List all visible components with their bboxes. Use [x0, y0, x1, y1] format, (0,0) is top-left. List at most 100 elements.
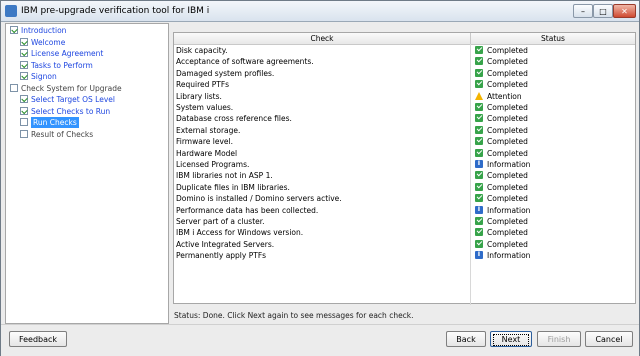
- status-text: Information: [487, 205, 531, 215]
- status-text: Completed: [487, 114, 528, 124]
- check-name-cell: IBM libraries not in ASP 1.: [176, 171, 273, 181]
- check-name-cell: Active Integrated Servers.: [176, 239, 275, 249]
- tree-checkbox[interactable]: [10, 26, 18, 34]
- back-button[interactable]: Back: [446, 331, 486, 347]
- table-row[interactable]: Hardware Model Completed: [174, 148, 635, 159]
- table-row[interactable]: Server part of a cluster. Completed: [174, 216, 635, 227]
- check-name-cell: Permanently apply PTFs: [176, 251, 267, 261]
- table-row[interactable]: Licensed Programs. Information: [174, 158, 635, 170]
- tree-checkbox[interactable]: [20, 49, 28, 57]
- column-header-check[interactable]: Check: [174, 33, 471, 44]
- table-row[interactable]: Library lists. Attention: [174, 91, 635, 102]
- next-button[interactable]: Next: [490, 331, 532, 347]
- table-row[interactable]: Damaged system profiles. Completed: [174, 68, 635, 79]
- check-name-cell: Required PTFs: [176, 80, 230, 90]
- tree-item-label: Run Checks: [31, 117, 79, 128]
- completed-check-icon: [475, 137, 483, 146]
- tree-checkbox[interactable]: [20, 72, 28, 80]
- next-button-label: Next: [491, 332, 531, 348]
- check-name-cell: Disk capacity.: [176, 46, 228, 55]
- feedback-button[interactable]: Feedback: [9, 331, 67, 347]
- table-row[interactable]: System values. Completed: [174, 102, 635, 113]
- tree-item-label: Check System for Upgrade: [21, 83, 122, 93]
- information-icon: [475, 204, 483, 215]
- tree-checkbox[interactable]: [20, 106, 28, 115]
- tree-checkbox[interactable]: [10, 83, 18, 92]
- check-name-cell: Hardware Model: [176, 148, 238, 158]
- completed-check-icon: [475, 80, 483, 89]
- column-header-status[interactable]: Status: [471, 33, 635, 44]
- check-name-cell: Licensed Programs.: [176, 160, 250, 169]
- status-text: Completed: [487, 68, 528, 78]
- table-row[interactable]: Permanently apply PTFs Information: [174, 249, 635, 261]
- table-row[interactable]: Firmware level. Completed: [174, 136, 635, 147]
- close-button[interactable]: ✕: [613, 4, 636, 18]
- window-title: IBM pre-upgrade verification tool for IB…: [21, 6, 210, 16]
- tree-item-label: Tasks to Perform: [31, 60, 93, 70]
- completed-check-icon: [475, 46, 483, 54]
- status-text: Completed: [487, 239, 528, 249]
- check-name-cell: Library lists.: [176, 91, 222, 101]
- status-text: Completed: [487, 46, 528, 55]
- table-row[interactable]: Acceptance of software agreements. Comple…: [174, 56, 635, 67]
- completed-check-icon: [475, 103, 483, 111]
- tree-checkbox[interactable]: [20, 118, 28, 126]
- status-text: Completed: [487, 57, 528, 67]
- app-window: IBM pre-upgrade verification tool for IB…: [0, 0, 640, 356]
- check-name-cell: External storage.: [176, 125, 241, 135]
- table-row[interactable]: IBM i Access for Windows version. Complet…: [174, 227, 635, 238]
- checks-table: Check Status Disk capacity. Completed Acce…: [173, 32, 636, 305]
- table-row[interactable]: Duplicate files in IBM libraries. Complet…: [174, 182, 635, 193]
- finish-button[interactable]: Finish: [537, 331, 581, 347]
- maximize-button[interactable]: □: [593, 4, 613, 18]
- table-row[interactable]: IBM libraries not in ASP 1. Completed: [174, 170, 635, 181]
- completed-check-icon: [475, 194, 483, 203]
- completed-check-icon: [475, 114, 483, 123]
- completed-check-icon: [475, 68, 483, 77]
- tree-checkbox[interactable]: [20, 37, 28, 46]
- minimize-button[interactable]: –: [573, 4, 593, 18]
- information-icon: [475, 249, 483, 260]
- check-name-cell: Server part of a cluster.: [176, 217, 265, 226]
- status-text: Information: [487, 160, 531, 169]
- tree-checkbox[interactable]: [20, 129, 28, 138]
- table-row[interactable]: Active Integrated Servers. Completed: [174, 239, 635, 250]
- status-text: Completed: [487, 171, 528, 181]
- check-name-cell: IBM i Access for Windows version.: [176, 228, 304, 238]
- table-row[interactable]: External storage. Completed: [174, 125, 635, 136]
- status-text: Completed: [487, 103, 528, 112]
- completed-check-icon: [475, 57, 483, 66]
- check-name-cell: Domino is installed / Domino servers act…: [176, 194, 342, 204]
- attention-warning-icon: [475, 91, 483, 100]
- status-text: Completed: [487, 148, 528, 158]
- check-name-cell: Acceptance of software agreements.: [176, 57, 314, 67]
- status-text: Information: [487, 251, 531, 261]
- tree-checkbox[interactable]: [20, 95, 28, 103]
- tree-item-label: Select Target OS Level: [31, 95, 115, 104]
- completed-check-icon: [475, 217, 483, 225]
- completed-check-icon: [475, 228, 483, 237]
- table-row[interactable]: Performance data has been collected. Info…: [174, 204, 635, 216]
- completed-check-icon: [475, 171, 483, 180]
- status-text: Completed: [487, 217, 528, 226]
- completed-check-icon: [475, 148, 483, 157]
- check-name-cell: Firmware level.: [176, 137, 233, 147]
- status-text: Completed: [487, 228, 528, 238]
- table-row[interactable]: Disk capacity. Completed: [174, 45, 635, 56]
- completed-check-icon: [475, 182, 483, 191]
- table-row[interactable]: Domino is installed / Domino servers act…: [174, 193, 635, 204]
- title-bar[interactable]: IBM pre-upgrade verification tool for IB…: [1, 1, 639, 22]
- tree-checkbox[interactable]: [20, 60, 28, 69]
- app-icon: [5, 5, 17, 17]
- completed-check-icon: [475, 125, 483, 134]
- tree-item-label: Introduction: [21, 26, 67, 35]
- table-row[interactable]: Database cross reference files. Completed: [174, 113, 635, 124]
- cancel-button[interactable]: Cancel: [585, 331, 633, 347]
- status-text: Attention: [487, 91, 522, 101]
- status-text: Completed: [487, 182, 528, 192]
- tree-item-label: License Agreement: [31, 49, 104, 58]
- button-bar: Feedback Back Next Finish Cancel: [1, 324, 639, 356]
- table-header: Check Status: [174, 33, 635, 45]
- table-row[interactable]: Required PTFs Completed: [174, 79, 635, 90]
- status-text: Completed: [487, 125, 528, 135]
